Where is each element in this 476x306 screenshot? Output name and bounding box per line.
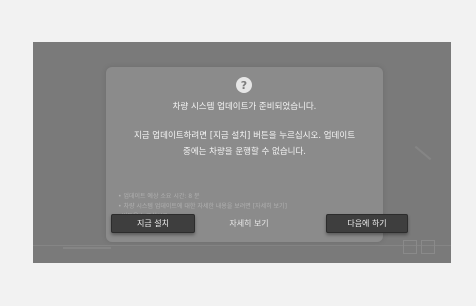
infotainment-screen: ? 차량 시스템 업데이트가 준비되었습니다. 지금 업데이트하려면 [지금 설… [33,42,451,263]
remind-later-button[interactable]: 다음에 하기 [326,214,408,233]
view-details-button[interactable]: 자세히 보기 [213,214,285,233]
install-now-button[interactable]: 지금 설치 [111,214,195,233]
note-estimated-time: • 업데이트 예상 소요 시간: 8 분 [118,193,200,200]
dialog-message-line: 중에는 차량을 운행할 수 없습니다. [183,147,306,157]
dialog-message: 지금 업데이트하려면 [지금 설치] 버튼을 누르십시오. 업데이트 중에는 차… [124,128,365,160]
dialog-title: 차량 시스템 업데이트가 준비되었습니다. [172,102,317,112]
background-ui-divider [33,245,451,246]
note-details-hint: • 차량 시스템 업데이트에 대한 자세한 내용을 보려면 [자세히 보기] [118,203,287,210]
background-ui-line [414,145,432,161]
background-ui-icon [403,240,417,254]
question-mark-icon: ? [236,77,252,93]
dialog-message-line: 지금 업데이트하려면 [지금 설치] 버튼을 누르십시오. 업데이트 [133,131,356,141]
background-ui-icon [421,240,435,254]
background-ui-line [63,247,111,249]
